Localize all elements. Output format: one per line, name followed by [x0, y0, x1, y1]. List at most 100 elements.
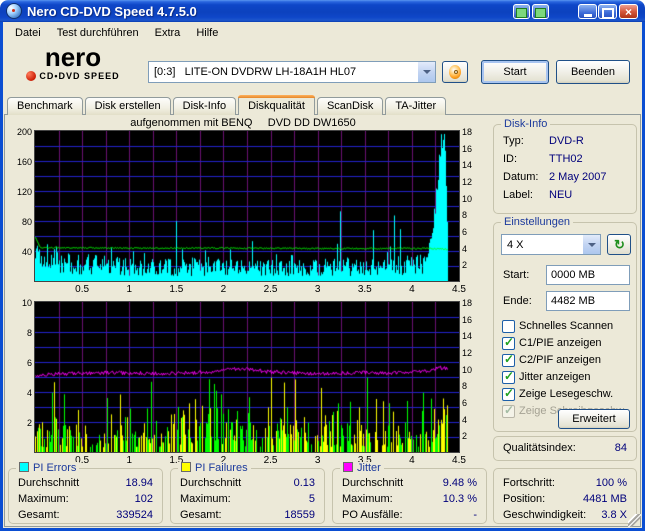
axis-tick-label: 14 [462, 160, 473, 170]
pie-total-label: Gesamt: [18, 509, 60, 521]
titlebar[interactable]: Nero CD-DVD Speed 4.7.5.0 × [0, 0, 645, 22]
checkbox-c1-pie[interactable]: C1/PIE anzeigen [502, 335, 602, 350]
tab-ta-jitter[interactable]: TA-Jitter [385, 97, 447, 115]
drive-select[interactable]: [0:3] LITE-ON DVDRW LH-18A1H HL07 [148, 61, 436, 83]
quality-index-group: Qualitätsindex: 84 [493, 436, 637, 461]
axis-tick-label: 4.5 [452, 284, 466, 295]
axis-tick-label: 18 [462, 298, 473, 308]
axis-tick-label: 40 [21, 247, 32, 257]
axis-tick-label: 160 [16, 157, 32, 167]
disk-label-label: Label: [503, 189, 533, 201]
pie-max-value: 102 [134, 493, 153, 505]
pie-total-value: 339524 [116, 509, 153, 521]
disk-type-label: Typ: [503, 135, 524, 147]
speed-select[interactable]: 4 X [501, 234, 601, 255]
disk-id-label: ID: [503, 153, 518, 165]
jitter-max-value: 10.3 % [442, 493, 477, 505]
resize-grip[interactable] [628, 514, 641, 527]
quit-button[interactable]: Beenden [556, 60, 630, 84]
disk-date-value: 2 May 2007 [549, 171, 607, 183]
green-panel-icon [535, 7, 546, 18]
axis-tick-label: 8 [462, 381, 468, 391]
pif-jitter-chart: 2 4 6 8 10 2 4 6 8 10 12 14 16 18 [8, 298, 480, 453]
checkbox-jitter[interactable]: Jitter anzeigen [502, 369, 591, 384]
axis-tick-label: 1 [126, 284, 132, 295]
close-button[interactable]: × [619, 4, 638, 19]
disk-info-title: Disk-Info [501, 118, 551, 130]
jitter-max-label: Maximum: [342, 493, 393, 505]
drive-select-value: [0:3] LITE-ON DVDRW LH-18A1H HL07 [154, 66, 357, 78]
start-button[interactable]: Start [481, 60, 549, 84]
progress-value: 100 % [595, 477, 627, 489]
chevron-down-icon[interactable] [417, 62, 435, 82]
jitter-group-title: Jitter [340, 462, 384, 474]
settings-group: Einstellungen 4 X ↻ Start: Ende: Schnell… [493, 216, 637, 432]
checkbox-box [502, 319, 515, 333]
close-icon: × [624, 4, 632, 19]
menu-test-durchfuehren[interactable]: Test durchführen [49, 25, 147, 41]
advanced-button[interactable]: Erweitert [558, 409, 630, 429]
jitter-po-value: - [473, 509, 477, 521]
axis-tick-label: 0.5 [75, 284, 90, 295]
tab-disk-erstellen[interactable]: Disk erstellen [84, 97, 171, 115]
maximize-button[interactable] [598, 4, 617, 19]
quality-index-value: 84 [614, 442, 627, 454]
checkbox-box [502, 386, 515, 401]
window-title: Nero CD-DVD Speed 4.7.5.0 [27, 3, 197, 19]
pif-total-value: 18559 [284, 509, 315, 521]
minimize-icon [583, 14, 592, 17]
disk-type-value: DVD-R [549, 135, 584, 147]
axis-tick-label: 3.5 [357, 284, 372, 295]
axis-tick-label: 4.5 [452, 455, 466, 466]
window-border-left [0, 22, 3, 531]
disc-tools-button[interactable] [442, 61, 468, 83]
end-position-input[interactable] [546, 291, 630, 311]
app-icon [6, 3, 22, 19]
pie-avg-label: Durchschnitt [18, 477, 80, 489]
axis-tick-label: 10 [21, 298, 32, 308]
menu-hilfe[interactable]: Hilfe [188, 25, 226, 41]
start-position-label: Start: [503, 269, 530, 281]
pie-x-axis: 0.5 1 1.5 2 2.5 3 3.5 4 4.5 [35, 284, 466, 295]
axis-tick-label: 18 [462, 127, 473, 137]
pif-jitter-chart-canvas [34, 301, 460, 453]
pie-chart: 40 80 120 160 200 2 4 6 8 10 12 14 16 18 [8, 127, 480, 282]
checkbox-schnelles-scannen[interactable]: Schnelles Scannen [502, 319, 613, 333]
tab-disk-info[interactable]: Disk-Info [172, 97, 237, 115]
disk-info-group: Disk-Info Typ: DVD-R ID: TTH02 Datum: 2 May… [493, 118, 637, 214]
progress-label: Fortschritt: [503, 477, 555, 489]
titlebar-extra-button-2[interactable] [532, 4, 549, 19]
quality-index-label: Qualitätsindex: [503, 442, 576, 454]
tab-benchmark[interactable]: Benchmark [7, 97, 83, 115]
menu-datei[interactable]: Datei [7, 25, 49, 41]
pie-chart-canvas [34, 130, 460, 282]
pif-max-value: 5 [308, 493, 315, 505]
pie-avg-value: 18.94 [125, 477, 153, 489]
tab-diskqualitaet[interactable]: Diskqualität [238, 95, 315, 115]
pif-avg-label: Durchschnitt [180, 477, 242, 489]
refresh-speed-button[interactable]: ↻ [607, 234, 631, 255]
tab-scandisk[interactable]: ScanDisk [316, 97, 384, 115]
menu-extra[interactable]: Extra [147, 25, 189, 41]
axis-tick-label: 14 [462, 331, 473, 341]
position-label: Position: [503, 493, 546, 505]
titlebar-extra-button-1[interactable] [513, 4, 530, 19]
nero-logo-text: nero [44, 42, 102, 72]
logo-subtitle: CD•DVD SPEED [39, 71, 120, 81]
pi-errors-group: PI Errors Durchschnitt 18.94 Maximum: 102 … [8, 462, 163, 524]
speed-right-axis: 2 4 6 8 10 12 14 16 18 [460, 127, 480, 282]
axis-tick-label: 4 [462, 244, 468, 254]
chevron-down-icon[interactable] [582, 235, 600, 254]
axis-tick-label: 12 [462, 348, 473, 358]
start-position-input[interactable] [546, 265, 630, 285]
minimize-button[interactable] [578, 4, 597, 19]
checkbox-c2-pif[interactable]: C2/PIF anzeigen [502, 352, 601, 367]
checkbox-lesegeschw[interactable]: Zeige Lesegeschw. [502, 386, 613, 401]
axis-tick-label: 2.5 [263, 284, 278, 295]
pif-legend-swatch [181, 462, 191, 472]
green-panel-icon [516, 7, 527, 18]
pi-errors-group-title: PI Errors [16, 462, 80, 474]
axis-tick-label: 200 [16, 127, 32, 137]
axis-tick-label: 2.5 [263, 455, 278, 466]
axis-tick-label: 80 [21, 217, 32, 227]
